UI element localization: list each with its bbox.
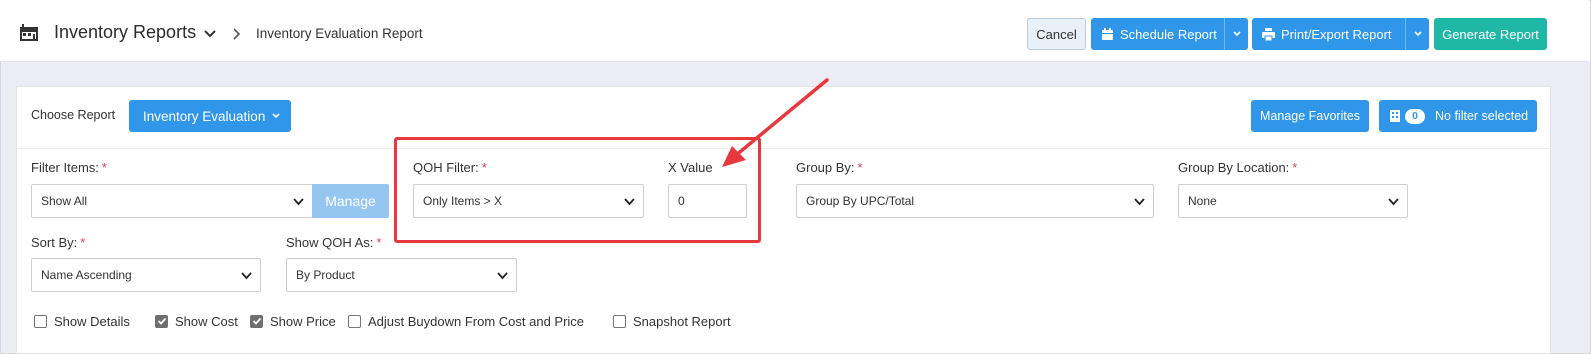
- show-qoh-as-label: Show QOH As: *: [286, 235, 382, 250]
- filter-items-select[interactable]: Show All: [31, 184, 313, 218]
- chevron-down-icon: [293, 198, 304, 206]
- page-header: Inventory Reports Inventory Evaluation R…: [0, 0, 1589, 62]
- chevron-down-icon: [1388, 198, 1399, 206]
- choose-report-label: Choose Report: [31, 108, 116, 122]
- show-details-option[interactable]: Show Details: [34, 313, 130, 329]
- sort-by-label: Sort By: *: [31, 235, 86, 250]
- snapshot-report-label: Snapshot Report: [633, 313, 731, 329]
- printer-icon: [1262, 27, 1275, 41]
- chevron-down-icon: [241, 272, 252, 280]
- generate-report-button[interactable]: Generate Report: [1434, 18, 1547, 50]
- report-type-dropdown[interactable]: Inventory Evaluation: [129, 100, 291, 132]
- snapshot-report-checkbox[interactable]: [613, 314, 626, 328]
- chevron-down-icon: [1413, 31, 1422, 37]
- show-qoh-as-value: By Product: [296, 268, 355, 282]
- adjust-buydown-option[interactable]: Adjust Buydown From Cost and Price: [348, 313, 584, 329]
- generate-report-label: Generate Report: [1442, 26, 1539, 42]
- cancel-button-label: Cancel: [1036, 26, 1077, 42]
- print-export-label: Print/Export Report: [1281, 26, 1392, 42]
- page-title[interactable]: Inventory Reports: [54, 22, 196, 43]
- filter-count-badge: 0: [1405, 108, 1425, 124]
- show-qoh-as-select[interactable]: By Product: [286, 258, 517, 292]
- group-by-location-label: Group By Location: *: [1178, 160, 1298, 175]
- manage-label: Manage: [325, 193, 376, 209]
- show-details-checkbox[interactable]: [34, 314, 47, 328]
- chevron-down-icon: [1232, 31, 1241, 37]
- chevron-right-icon: [233, 28, 241, 40]
- filter-status-button[interactable]: 0 No filter selected: [1379, 100, 1537, 132]
- show-cost-option[interactable]: Show Cost: [155, 313, 238, 329]
- filter-items-label: Filter Items: *: [31, 160, 107, 175]
- schedule-report-button[interactable]: Schedule Report: [1091, 18, 1248, 50]
- store-icon: [20, 24, 38, 41]
- chevron-down-icon: [497, 272, 508, 280]
- manage-filter-items-button[interactable]: Manage: [312, 184, 389, 218]
- snapshot-report-option[interactable]: Snapshot Report: [613, 313, 731, 329]
- group-by-location-select[interactable]: None: [1178, 184, 1408, 218]
- group-by-select[interactable]: Group By UPC/Total: [796, 184, 1154, 218]
- show-cost-checkbox[interactable]: [155, 314, 168, 328]
- chevron-down-icon: [272, 113, 280, 119]
- chevron-down-icon: [1134, 198, 1145, 206]
- sort-by-select[interactable]: Name Ascending: [31, 258, 261, 292]
- filter-items-value: Show All: [41, 194, 88, 208]
- show-details-label: Show Details: [54, 313, 130, 329]
- group-by-location-value: None: [1188, 194, 1217, 208]
- sort-by-value: Name Ascending: [41, 268, 132, 282]
- adjust-buydown-label: Adjust Buydown From Cost and Price: [368, 313, 585, 329]
- filter-status-label: No filter selected: [1435, 109, 1529, 123]
- group-by-label: Group By: *: [796, 160, 863, 175]
- show-price-label: Show Price: [270, 313, 336, 329]
- manage-favorites-label: Manage Favorites: [1259, 109, 1361, 123]
- cancel-button[interactable]: Cancel: [1027, 18, 1086, 50]
- divider: [17, 148, 1550, 149]
- breadcrumb: Inventory Evaluation Report: [256, 26, 423, 41]
- show-cost-label: Show Cost: [175, 313, 238, 329]
- show-price-option[interactable]: Show Price: [250, 313, 336, 329]
- chevron-down-icon[interactable]: [203, 27, 217, 41]
- schedule-report-dropdown[interactable]: [1224, 18, 1248, 50]
- filter-icon: [1390, 110, 1400, 122]
- group-by-value: Group By UPC/Total: [806, 194, 915, 208]
- calendar-icon: [1102, 27, 1113, 40]
- adjust-buydown-checkbox[interactable]: [348, 314, 361, 328]
- annotation-highlight-box: [394, 137, 761, 243]
- schedule-report-label: Schedule Report: [1120, 26, 1217, 42]
- report-type-value: Inventory Evaluation: [143, 108, 266, 124]
- print-export-button[interactable]: Print/Export Report: [1252, 18, 1429, 50]
- show-price-checkbox[interactable]: [250, 314, 263, 328]
- print-export-dropdown[interactable]: [1405, 18, 1429, 50]
- manage-favorites-button[interactable]: Manage Favorites: [1251, 100, 1369, 132]
